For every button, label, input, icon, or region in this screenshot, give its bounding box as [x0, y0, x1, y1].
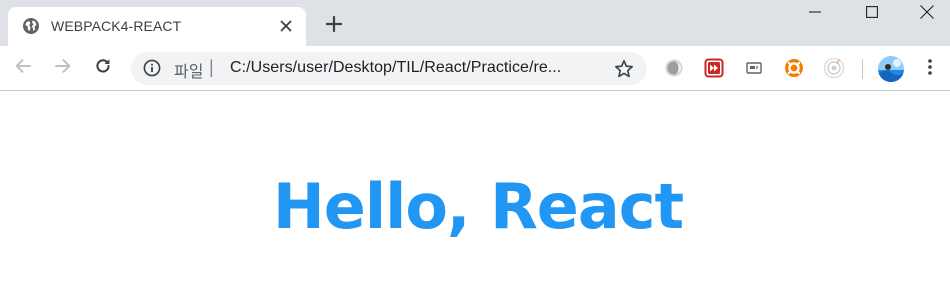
more-vert-icon — [927, 58, 933, 81]
globe-icon — [22, 17, 40, 35]
page-heading: Hello, React — [272, 170, 684, 243]
window-close-button[interactable] — [904, 0, 950, 28]
arrow-left-icon — [14, 57, 32, 80]
reload-icon — [94, 57, 112, 80]
profile-avatar[interactable] — [878, 56, 904, 82]
arrow-right-icon — [54, 57, 72, 80]
tab-strip: WEBPACK4-REACT — [0, 0, 950, 46]
address-separator: | — [209, 57, 214, 77]
browser-tab[interactable]: WEBPACK4-REACT — [8, 7, 306, 46]
forward-button[interactable] — [49, 54, 77, 82]
browser-window: WEBPACK4-REACT 파일 | C:/Users/user/Deskto… — [0, 0, 950, 293]
plus-icon — [325, 15, 343, 37]
tab-title: WEBPACK4-REACT — [51, 18, 182, 34]
minimize-icon — [809, 5, 821, 23]
reload-button[interactable] — [89, 54, 117, 82]
page-viewport: Hello, React — [0, 92, 950, 293]
circle-extension-icon[interactable] — [663, 57, 685, 79]
info-icon[interactable] — [143, 59, 161, 77]
back-button[interactable] — [9, 54, 37, 82]
minimize-button[interactable] — [792, 0, 838, 28]
screen-extension-icon[interactable] — [743, 57, 765, 79]
lifebuoy-extension-icon[interactable] — [783, 57, 805, 79]
fast-forward-extension-icon[interactable] — [703, 57, 725, 79]
target-extension-icon[interactable] — [823, 57, 845, 79]
window-close-icon — [920, 4, 934, 24]
maximize-button[interactable] — [849, 0, 895, 28]
maximize-icon — [866, 5, 878, 23]
address-bar[interactable]: 파일 | C:/Users/user/Desktop/TIL/React/Pra… — [131, 52, 647, 85]
url-text[interactable]: C:/Users/user/Desktop/TIL/React/Practice… — [230, 59, 561, 77]
menu-button[interactable] — [920, 56, 940, 82]
star-icon[interactable] — [613, 58, 635, 80]
scheme-label: 파일 — [174, 64, 204, 81]
new-tab-button[interactable] — [320, 12, 348, 40]
browser-toolbar: 파일 | C:/Users/user/Desktop/TIL/React/Pra… — [0, 46, 950, 91]
toolbar-divider — [862, 59, 863, 79]
close-icon[interactable] — [276, 16, 296, 36]
